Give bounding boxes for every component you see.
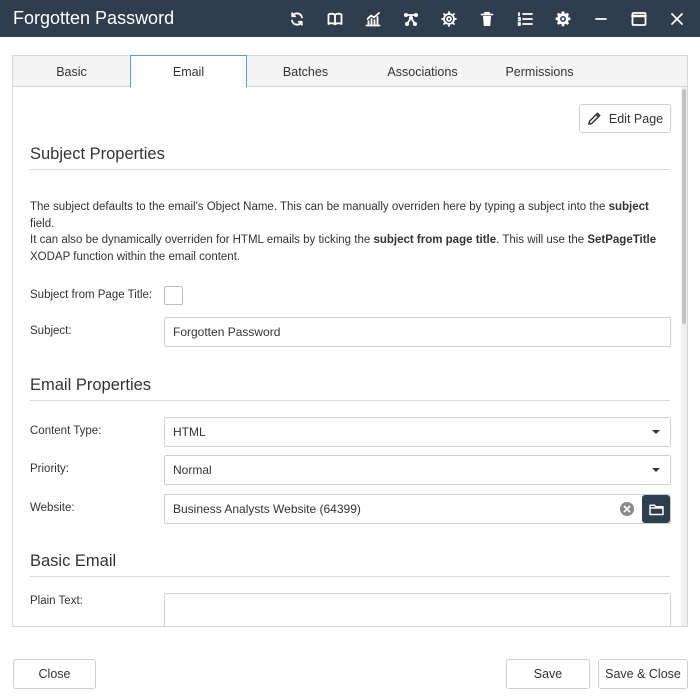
tab-email[interactable]: Email: [130, 55, 247, 88]
section-divider: [30, 400, 670, 401]
subject-description: The subject defaults to the email's Obje…: [30, 201, 657, 263]
content-type-select[interactable]: HTML: [164, 417, 671, 447]
network-icon[interactable]: [392, 0, 430, 37]
priority-select[interactable]: Normal: [164, 455, 671, 485]
close-button[interactable]: Close: [13, 659, 96, 689]
caret-down-icon: [652, 468, 660, 472]
clear-icon[interactable]: [620, 502, 634, 516]
section-divider: [30, 169, 670, 170]
panel-bottom-border: [12, 626, 688, 627]
basic-email-heading: Basic Email: [30, 552, 117, 570]
email-properties-heading: Email Properties: [30, 376, 152, 394]
minimize-icon[interactable]: [582, 0, 620, 37]
chart-icon[interactable]: [354, 0, 392, 37]
close-icon[interactable]: [658, 0, 696, 37]
tab-bar: Basic Email Batches Associations Permiss…: [12, 55, 688, 88]
subject-properties-heading: Subject Properties: [30, 145, 165, 163]
subject-input[interactable]: Forgotten Password: [164, 317, 671, 347]
section-divider: [30, 576, 670, 577]
scrollbar-thumb[interactable]: [682, 89, 686, 324]
list-icon[interactable]: [506, 0, 544, 37]
maximize-icon[interactable]: [620, 0, 658, 37]
book-icon[interactable]: [316, 0, 354, 37]
save-button[interactable]: Save: [506, 659, 590, 689]
website-value: Business Analysts Website (64399): [173, 502, 361, 516]
priority-label: Priority:: [30, 463, 69, 475]
toolbar: [278, 0, 696, 37]
priority-value: Normal: [173, 463, 212, 477]
tab-batches[interactable]: Batches: [247, 56, 364, 87]
gear-icon[interactable]: [544, 0, 582, 37]
title-bar: Forgotten Password: [0, 0, 700, 37]
website-input[interactable]: Business Analysts Website (64399): [164, 494, 671, 524]
refresh-icon[interactable]: [278, 0, 316, 37]
folder-icon: [648, 503, 664, 515]
content-type-label: Content Type:: [30, 425, 102, 437]
save-and-close-button[interactable]: Save & Close: [598, 659, 688, 689]
caret-down-icon: [652, 430, 660, 434]
tab-permissions[interactable]: Permissions: [481, 56, 598, 87]
subject-from-title-checkbox[interactable]: [164, 286, 183, 305]
website-label: Website:: [30, 502, 75, 514]
subject-from-title-label: Subject from Page Title:: [30, 289, 153, 301]
edit-page-label: Edit Page: [608, 111, 664, 126]
folder-browse-button[interactable]: [642, 495, 670, 523]
window-title: Forgotten Password: [13, 8, 175, 28]
email-tab-panel: Edit Page Subject Properties The subject…: [12, 87, 688, 627]
edit-page-button[interactable]: Edit Page: [579, 104, 671, 133]
content-type-value: HTML: [173, 425, 206, 439]
subject-label: Subject:: [30, 325, 72, 337]
pencil-icon: [588, 112, 601, 125]
scrollbar[interactable]: [681, 87, 687, 627]
cog-icon[interactable]: [430, 0, 468, 37]
tab-basic[interactable]: Basic: [13, 56, 130, 87]
tab-associations[interactable]: Associations: [364, 56, 481, 87]
plain-text-label: Plain Text:: [30, 595, 83, 607]
plain-text-textarea[interactable]: [164, 593, 671, 627]
trash-icon[interactable]: [468, 0, 506, 37]
